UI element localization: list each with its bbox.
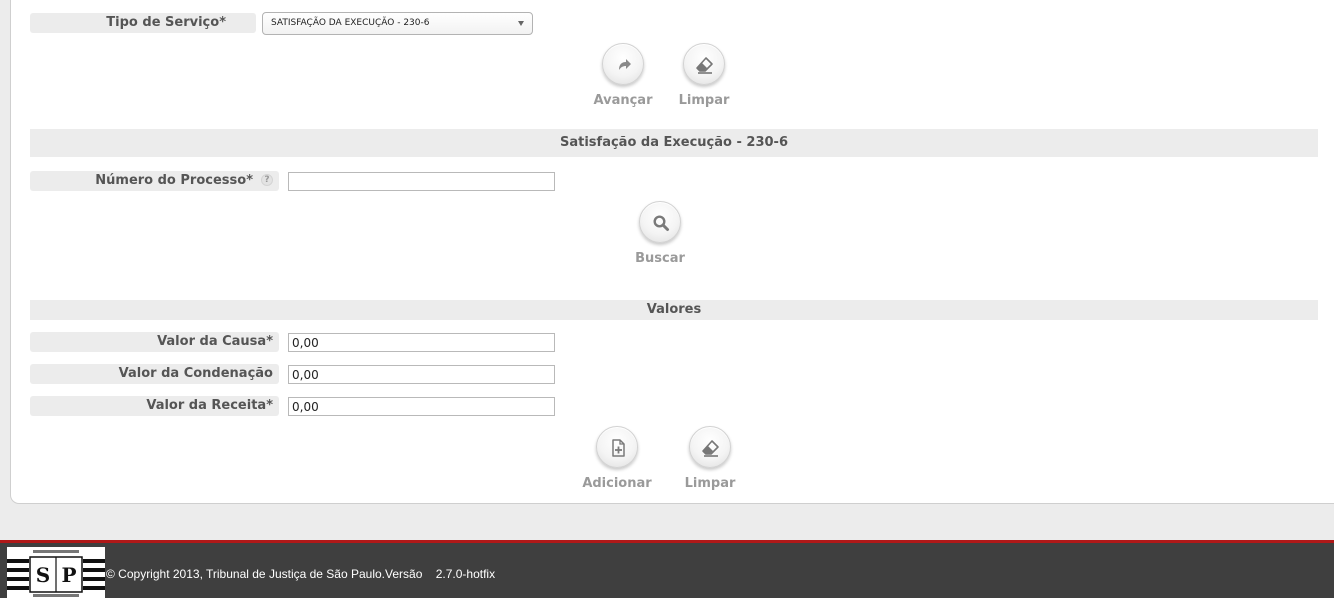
section-header-values: Valores: [30, 300, 1318, 320]
search-action[interactable]: Buscar: [620, 201, 700, 266]
cause-value-label: Valor da Causa*: [30, 332, 279, 352]
process-number-label: Número do Processo* ?: [30, 171, 279, 191]
search-button[interactable]: [639, 201, 681, 243]
advance-label: Avançar: [593, 93, 653, 108]
clear-label-values: Limpar: [684, 476, 736, 491]
revenue-value-input[interactable]: [288, 397, 555, 416]
add-label: Adicionar: [582, 476, 652, 491]
eraser-icon: [702, 440, 719, 457]
add-button[interactable]: [596, 426, 638, 468]
search-label: Buscar: [635, 251, 685, 266]
condemnation-value-label-text: Valor da Condenação: [118, 366, 273, 381]
advance-button[interactable]: [602, 43, 644, 85]
service-type-select[interactable]: SATISFAÇÃO DA EXECUÇÃO - 230-6: [262, 12, 533, 35]
add-action[interactable]: Adicionar: [577, 426, 657, 491]
service-type-label-text: Tipo de Serviço*: [106, 15, 226, 30]
clear-button-values[interactable]: [689, 426, 731, 468]
add-document-icon: [612, 439, 625, 457]
clear-button-top[interactable]: [683, 43, 725, 85]
clear-action-values[interactable]: Limpar: [670, 426, 750, 491]
process-number-input[interactable]: [288, 172, 555, 191]
logo-letter-s: S: [36, 563, 50, 587]
magnifier-icon: [653, 215, 669, 231]
advance-action[interactable]: Avançar: [583, 43, 663, 108]
tjsp-logo: S P: [7, 547, 105, 598]
clear-label-top: Limpar: [678, 93, 730, 108]
section-title-values: Valores: [646, 302, 702, 317]
logo-letter-p: P: [61, 563, 76, 587]
service-type-label: Tipo de Serviço*: [30, 13, 256, 33]
condemnation-value-label: Valor da Condenação: [30, 364, 279, 384]
cause-value-label-text: Valor da Causa*: [157, 334, 273, 349]
section-title-process: Satisfação da Execução - 230-6: [560, 135, 788, 150]
condemnation-value-input[interactable]: [288, 365, 555, 384]
footer-copyright: © Copyright 2013, Tribunal de Justiça de…: [106, 567, 496, 581]
clear-action-top[interactable]: Limpar: [664, 43, 744, 108]
cause-value-input[interactable]: [288, 333, 555, 352]
service-type-selected-value: SATISFAÇÃO DA EXECUÇÃO - 230-6: [271, 18, 430, 28]
help-icon[interactable]: ?: [261, 174, 273, 186]
forward-arrow-icon: [619, 59, 631, 70]
revenue-value-label-text: Valor da Receita*: [146, 398, 273, 413]
revenue-value-label: Valor da Receita*: [30, 396, 279, 416]
section-header-process: Satisfação da Execução - 230-6: [30, 129, 1318, 157]
process-number-label-text: Número do Processo*: [95, 173, 253, 188]
eraser-icon: [696, 57, 713, 74]
dropdown-arrow-icon: [518, 21, 524, 26]
footer: S P © Copyright 2013, Tribunal de Justiç…: [0, 540, 1334, 598]
